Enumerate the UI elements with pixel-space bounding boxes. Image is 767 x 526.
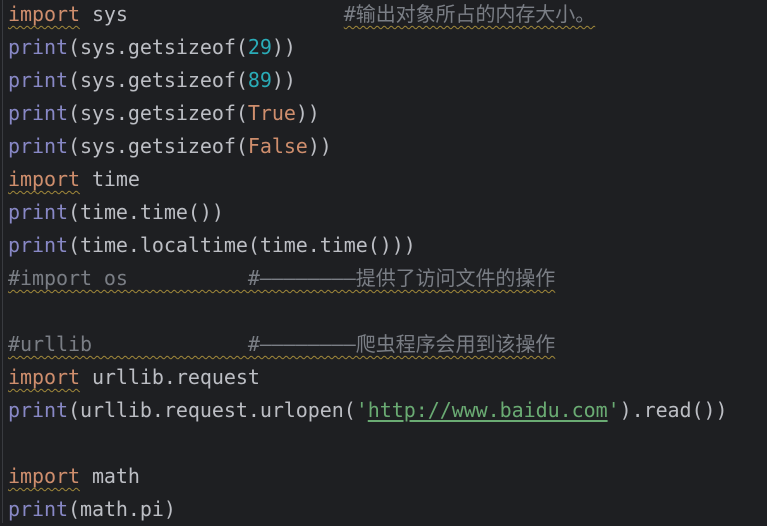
- keyword-token: import: [8, 365, 80, 389]
- keyword-token: import: [8, 464, 80, 488]
- builtin-token: print: [8, 233, 68, 257]
- keyword-token: import: [8, 2, 80, 26]
- code-line[interactable]: import urllib.request: [8, 361, 728, 394]
- code-line[interactable]: print(sys.getsizeof(False)): [8, 130, 728, 163]
- code-line[interactable]: #import os #————————提供了访问文件的操作: [8, 262, 728, 295]
- code-line[interactable]: import time: [8, 163, 728, 196]
- code-token: (sys.getsizeof(: [67, 101, 248, 125]
- builtin-token: print: [8, 101, 68, 125]
- comment-token: #输出对象所占的内存大小。: [343, 2, 596, 26]
- string-quote-token: ': [607, 398, 620, 422]
- code-line[interactable]: print(time.time()): [8, 196, 728, 229]
- gutter-divider: [2, 0, 3, 523]
- builtin-token: print: [8, 35, 68, 59]
- code-line[interactable]: #urllib #————————爬虫程序会用到该操作: [8, 328, 728, 361]
- code-token: (sys.getsizeof(: [67, 134, 248, 158]
- code-token: )): [271, 68, 296, 92]
- comment-token: #urllib #————————爬虫程序会用到该操作: [8, 332, 556, 356]
- code-token: (time.time()): [67, 200, 224, 224]
- code-token: )): [295, 101, 320, 125]
- code-line[interactable]: print(math.pi): [8, 493, 728, 526]
- code-token: )): [307, 134, 332, 158]
- keyword-token: True: [247, 101, 296, 125]
- builtin-token: print: [8, 134, 68, 158]
- code-line[interactable]: import sys #输出对象所占的内存大小。: [8, 0, 728, 31]
- code-token: )): [271, 35, 296, 59]
- empty-code-line[interactable]: [8, 427, 728, 460]
- code-line[interactable]: print(time.localtime(time.time())): [8, 229, 728, 262]
- code-editor[interactable]: import sys #输出对象所占的内存大小。 print(sys.getsiz…: [8, 0, 728, 526]
- number-token: 89: [247, 68, 272, 92]
- code-token: (time.localtime(time.time())): [67, 233, 416, 257]
- code-token: time: [79, 167, 140, 191]
- code-token: (urllib.request.urlopen(: [67, 398, 356, 422]
- url-link[interactable]: http://www.baidu.com: [368, 398, 608, 422]
- code-line[interactable]: import math: [8, 460, 728, 493]
- number-token: 29: [247, 35, 272, 59]
- code-line[interactable]: print(sys.getsizeof(29)): [8, 31, 728, 64]
- builtin-token: print: [8, 398, 68, 422]
- builtin-token: print: [8, 68, 68, 92]
- code-token: (sys.getsizeof(: [67, 68, 248, 92]
- empty-code-line[interactable]: [8, 295, 728, 328]
- code-token: sys: [79, 2, 344, 26]
- code-token: ).read()): [619, 398, 728, 422]
- code-token: (sys.getsizeof(: [67, 35, 248, 59]
- builtin-token: print: [8, 497, 68, 521]
- code-line[interactable]: print(sys.getsizeof(True)): [8, 97, 728, 130]
- keyword-token: False: [247, 134, 308, 158]
- string-quote-token: ': [355, 398, 368, 422]
- comment-token: #import os #————————提供了访问文件的操作: [8, 266, 556, 290]
- code-line[interactable]: print(urllib.request.urlopen('http://www…: [8, 394, 728, 427]
- code-line[interactable]: print(sys.getsizeof(89)): [8, 64, 728, 97]
- builtin-token: print: [8, 200, 68, 224]
- code-token: (math.pi): [67, 497, 176, 521]
- code-token: math: [79, 464, 140, 488]
- keyword-token: import: [8, 167, 80, 191]
- code-token: urllib.request: [79, 365, 260, 389]
